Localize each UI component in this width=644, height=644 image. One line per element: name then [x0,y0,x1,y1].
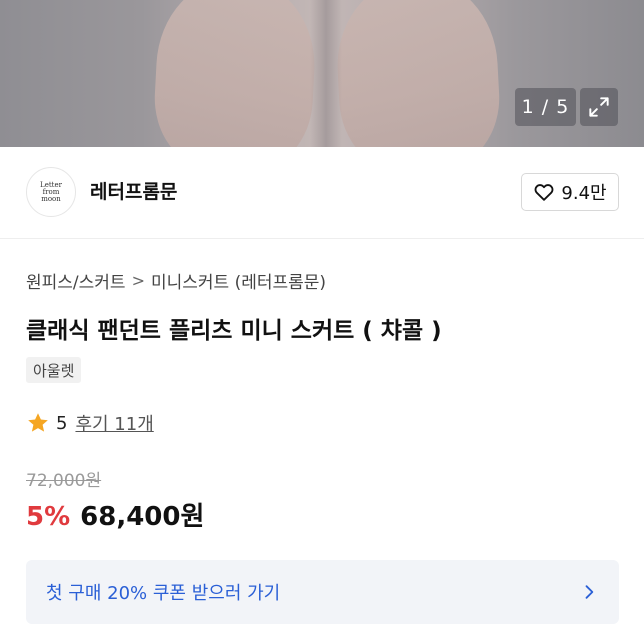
brand-name[interactable]: 레터프롬문 [90,177,177,204]
image-counter: 1 / 5 [515,88,576,126]
image-shadow [310,0,342,147]
brand-logo[interactable]: Letter from moon [26,167,76,217]
discount-rate: 5% [26,502,71,532]
rating: 5 후기 11개 [26,410,154,436]
chevron-right-icon: > [131,271,145,290]
star-icon [28,413,48,432]
image-leg-left [151,0,319,147]
heart-icon [535,184,554,201]
breadcrumb-subcategory[interactable]: 미니스커트 (레터프롬문) [151,268,326,293]
original-price: 72,000원 [26,471,102,491]
coupon-banner[interactable]: 첫 구매 20% 쿠폰 받으러 가기 [26,560,619,624]
breadcrumb-category[interactable]: 원피스/스커트 [26,268,126,293]
outlet-tag: 아울렛 [26,357,82,383]
breadcrumb: 원피스/스커트 > 미니스커트 (레터프롬문) [26,268,326,293]
expand-icon [589,97,609,117]
image-leg-right [333,0,503,147]
expand-image-button[interactable] [580,88,618,126]
coupon-label: 첫 구매 20% 쿠폰 받으러 가기 [46,583,281,604]
brand-logo-text: Letter from moon [40,180,62,203]
reviews-link[interactable]: 후기 11개 [75,410,153,436]
sale-price: 68,400원 [80,502,205,532]
like-count: 9.4만 [561,183,607,204]
like-button[interactable]: 9.4만 [521,173,619,211]
product-title: 클래식 팬던트 플리츠 미니 스커트 ( 챠콜 ) [26,318,442,344]
price-row: 5% 68,400원 [26,496,204,533]
chevron-right-icon [585,585,594,599]
rating-score: 5 [56,412,68,434]
brand-row: Letter from moon 레터프롬문 9.4만 [0,147,644,239]
